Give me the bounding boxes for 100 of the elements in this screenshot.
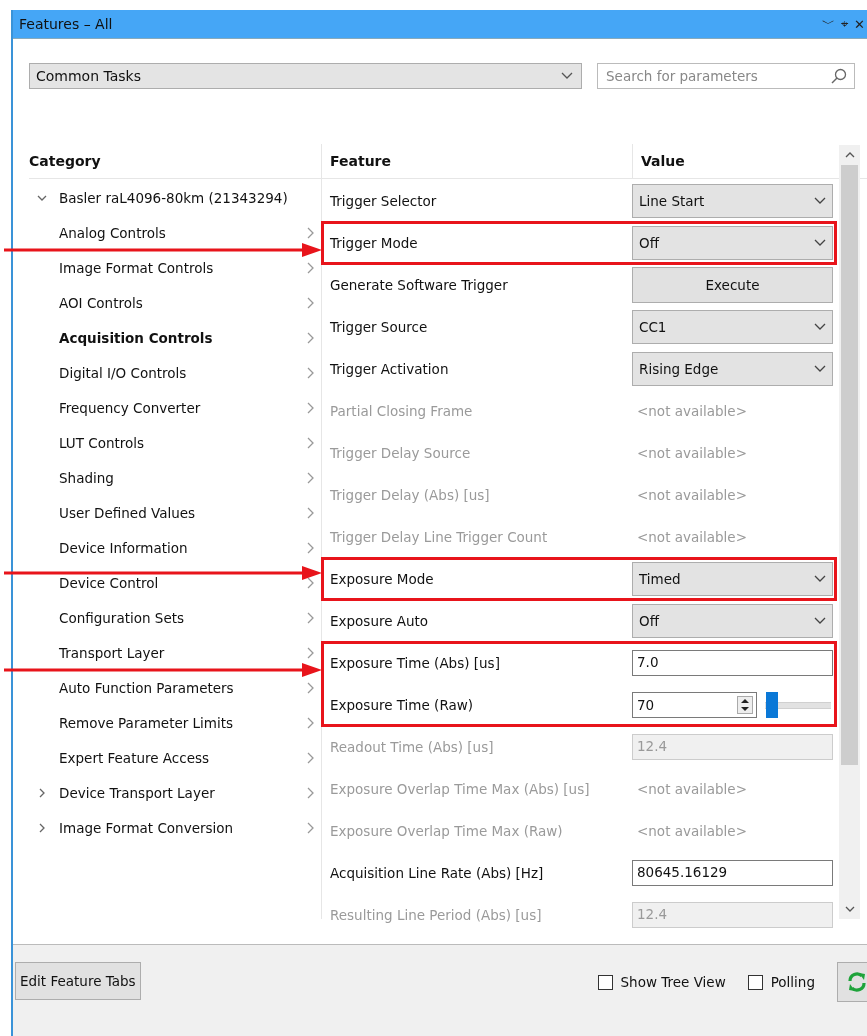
chevron-right-icon[interactable] (307, 681, 315, 694)
menu-button[interactable]: ﹀ (820, 15, 838, 33)
chevron-right-icon[interactable] (307, 821, 315, 834)
feature-name: Trigger Selector (329, 193, 438, 209)
category-item[interactable]: Configuration Sets (59, 609, 185, 626)
search-icon (831, 68, 847, 84)
value-text: <not available> (636, 487, 747, 503)
feature-name: Trigger Delay Source (329, 445, 472, 461)
chevron-right-icon[interactable] (307, 366, 315, 379)
feature-name: Trigger Delay (Abs) [us] (329, 487, 491, 503)
feature-name: Readout Time (Abs) [us] (329, 739, 495, 755)
chevron-right-icon[interactable] (307, 506, 315, 519)
chevron-right-icon[interactable] (307, 646, 315, 659)
chevron-right-icon[interactable] (307, 226, 315, 239)
feature-name: Trigger Source (329, 319, 429, 335)
slider-thumb[interactable] (766, 692, 779, 718)
refresh-icon (846, 971, 867, 993)
value-dropdown[interactable]: Rising Edge (632, 352, 833, 386)
chevron-right-icon[interactable] (37, 822, 47, 833)
execute-button[interactable]: Execute (632, 267, 833, 303)
value-field: 12.4 (632, 902, 833, 928)
category-item[interactable]: Device Information (59, 539, 188, 556)
feature-name: Generate Software Trigger (329, 277, 509, 293)
pin-button[interactable]: ⌖ (839, 15, 851, 33)
chevron-right-icon[interactable] (307, 261, 315, 274)
chevron-down-icon (814, 239, 826, 247)
value-text: <not available> (636, 403, 747, 419)
checkbox-label[interactable]: Polling (770, 974, 815, 990)
category-item[interactable]: Acquisition Controls (59, 329, 213, 346)
value-dropdown[interactable]: CC1 (632, 310, 833, 344)
category-item[interactable]: Image Format Conversion (59, 819, 234, 836)
category-item[interactable]: Remove Parameter Limits (59, 714, 234, 731)
chevron-down-icon (561, 72, 573, 80)
category-item[interactable]: Expert Feature Access (59, 749, 210, 766)
category-item[interactable]: Digital I/O Controls (59, 364, 187, 381)
category-item[interactable]: Analog Controls (59, 224, 166, 241)
category-item[interactable]: Auto Function Parameters (59, 679, 234, 696)
feature-name: Trigger Activation (329, 361, 450, 377)
chevron-right-icon[interactable] (307, 611, 315, 624)
feature-name: Trigger Mode (329, 235, 419, 251)
feature-name: Acquisition Line Rate (Abs) [Hz] (329, 865, 545, 881)
value-dropdown[interactable]: Timed (632, 562, 833, 596)
value-field[interactable]: 80645.16129 (632, 860, 833, 886)
category-item[interactable]: AOI Controls (59, 294, 143, 311)
checkbox[interactable] (747, 974, 763, 990)
chevron-right-icon[interactable] (307, 296, 315, 309)
chevron-right-icon[interactable] (307, 401, 315, 414)
category-item[interactable]: Basler raL4096-80km (21343294) (59, 189, 288, 206)
category-item[interactable]: User Defined Values (59, 504, 196, 521)
view-dropdown[interactable]: Common Tasks (29, 63, 582, 89)
chevron-down-icon (814, 323, 826, 331)
value-dropdown[interactable]: Off (632, 604, 833, 638)
spinner-arrows-icon[interactable] (737, 696, 753, 714)
refresh-button[interactable] (837, 962, 867, 1002)
chevron-right-icon[interactable] (37, 787, 47, 798)
chevron-right-icon[interactable] (307, 541, 315, 554)
category-item[interactable]: Transport Layer (59, 644, 165, 661)
column-header: Value (632, 144, 834, 178)
feature-name: Partial Closing Frame (329, 403, 474, 419)
window-title: Features – All (19, 16, 113, 32)
search-field[interactable]: Search for parameters (597, 63, 855, 89)
column-header: Category (29, 153, 102, 169)
category-item[interactable]: LUT Controls (59, 434, 145, 451)
value-text: <not available> (636, 823, 747, 839)
scroll-up-icon[interactable] (844, 151, 855, 159)
feature-name: Resulting Line Period (Abs) [us] (329, 907, 543, 923)
chevron-right-icon[interactable] (307, 751, 315, 764)
chevron-right-icon[interactable] (307, 331, 315, 344)
category-item[interactable]: Device Transport Layer (59, 784, 215, 801)
value-text: <not available> (636, 445, 747, 461)
category-item[interactable]: Frequency Converter (59, 399, 201, 416)
feature-name: Trigger Delay Line Trigger Count (329, 529, 549, 545)
value-field: 12.4 (632, 734, 833, 760)
value-dropdown[interactable]: Line Start (632, 184, 833, 218)
feature-name: Exposure Overlap Time Max (Abs) [us] (329, 781, 591, 797)
chevron-down-icon (814, 575, 826, 583)
chevron-right-icon[interactable] (307, 716, 315, 729)
feature-name: Exposure Overlap Time Max (Raw) (329, 823, 564, 839)
chevron-down-icon (814, 617, 826, 625)
value-text: <not available> (636, 781, 747, 797)
value-field[interactable]: 7.0 (632, 650, 833, 676)
checkbox[interactable] (597, 974, 613, 990)
column-header: Feature (321, 144, 632, 178)
close-button[interactable]: ✕ (852, 15, 867, 33)
checkbox-label[interactable]: Show Tree View (620, 974, 726, 990)
feature-name: Exposure Mode (329, 571, 435, 587)
spin-field[interactable]: 70 (632, 692, 757, 718)
chevron-down-icon (814, 365, 826, 373)
scrollbar[interactable] (839, 145, 860, 919)
value-dropdown[interactable]: Off (632, 226, 833, 260)
category-item[interactable]: Device Control (59, 574, 159, 591)
category-item[interactable]: Shading (59, 469, 114, 486)
value-text: <not available> (636, 529, 747, 545)
chevron-right-icon[interactable] (307, 786, 315, 799)
edit-feature-tabs-button[interactable]: Edit Feature Tabs (15, 962, 141, 1000)
chevron-right-icon[interactable] (307, 436, 315, 449)
category-item[interactable]: Image Format Controls (59, 259, 214, 276)
chevron-right-icon[interactable] (307, 471, 315, 484)
scroll-down-icon[interactable] (844, 905, 855, 913)
feature-name: Exposure Time (Abs) [us] (329, 655, 501, 671)
